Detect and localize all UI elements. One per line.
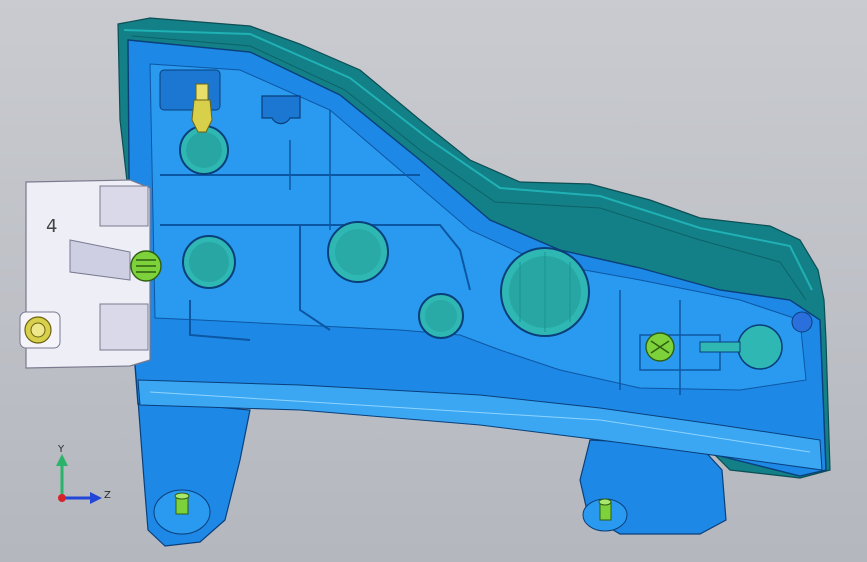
cavity-center[interactable] [327,221,389,283]
locating-pin-right-icon[interactable] [598,498,612,521]
cad-3d-viewport[interactable]: 4 Y Z [0,0,867,562]
clip-icon[interactable] [130,250,162,282]
cavity-large-right[interactable] [500,247,590,337]
axis-label-z: Z [104,490,111,501]
clip-right-icon[interactable] [645,332,675,362]
mounting-bracket-left[interactable] [137,399,251,547]
connector-marking: 4 [46,216,57,237]
connector-screw-icon[interactable] [24,316,52,344]
cavity-top-left[interactable] [179,125,229,175]
axis-label-y: Y [57,444,65,455]
axis-triad-icon[interactable]: Y Z [56,444,111,504]
cavity-mid-left[interactable] [182,235,236,289]
locating-pin-icon[interactable] [174,492,190,515]
cavity-small-center[interactable] [418,293,464,339]
